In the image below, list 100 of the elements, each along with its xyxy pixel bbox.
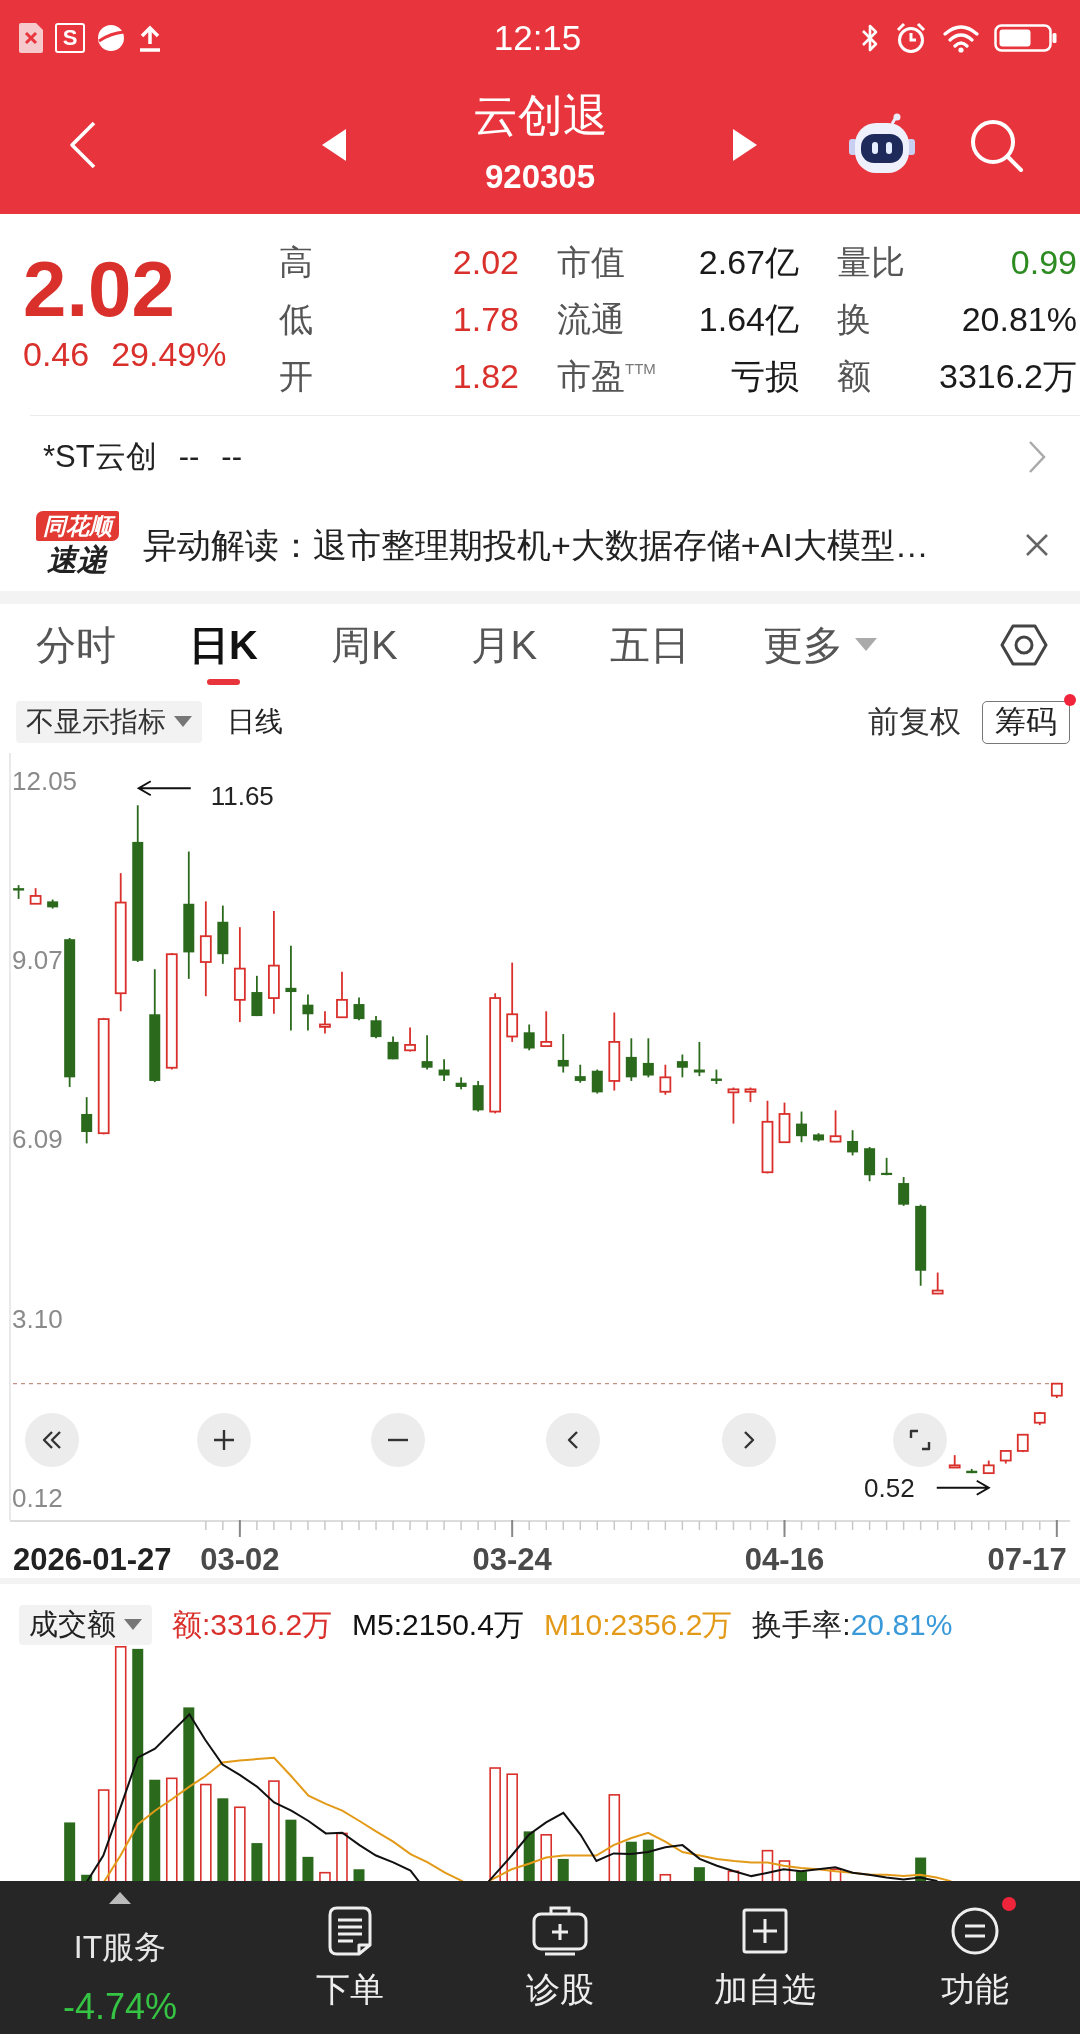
candlestick bbox=[727, 1086, 740, 1125]
stock-name: 云创退 bbox=[472, 90, 608, 142]
tab[interactable]: 五日 bbox=[610, 604, 691, 669]
nav-item[interactable]: 功能 bbox=[870, 1881, 1080, 2034]
volume-metric-dropdown[interactable]: 成交额 bbox=[19, 1605, 152, 1645]
status-time: 12:15 bbox=[493, 17, 582, 58]
date-axis-label: 04-16 bbox=[744, 1541, 825, 1578]
stat-value: 1.64亿 bbox=[698, 298, 799, 339]
volume-bar bbox=[557, 1858, 569, 1881]
end-date-label: 07-17 bbox=[987, 1541, 1067, 1578]
alarm-clock-icon bbox=[894, 20, 928, 55]
news-headline[interactable]: 异动解读：退市整理期投机+大数据存储+AI大模型… bbox=[143, 523, 929, 566]
volume-bar bbox=[642, 1839, 654, 1881]
stat-label: 低 bbox=[279, 298, 313, 339]
more-menu-button[interactable]: 更多 bbox=[763, 604, 878, 669]
candlestick bbox=[847, 1129, 859, 1157]
triangle-right-icon[interactable] bbox=[733, 128, 757, 161]
candlestick bbox=[353, 996, 365, 1022]
stat-label: 量比 bbox=[837, 241, 905, 282]
stat-value: 20.81% bbox=[961, 298, 1077, 339]
candlestick bbox=[540, 1010, 553, 1048]
caret-down-icon bbox=[174, 716, 192, 728]
annotation-arrow bbox=[136, 780, 192, 797]
annotation-label: 11.65 bbox=[210, 783, 274, 810]
candlestick bbox=[404, 1026, 416, 1053]
candlestick bbox=[302, 993, 314, 1032]
candlestick bbox=[829, 1109, 842, 1144]
stat-label: 市值 bbox=[557, 241, 625, 282]
document-icon bbox=[327, 1905, 373, 1957]
price-axis-label: 0.12 bbox=[12, 1483, 63, 1512]
volume-bar bbox=[64, 1822, 76, 1881]
caret-up-icon[interactable] bbox=[109, 1892, 131, 1904]
candlestick bbox=[506, 961, 519, 1043]
stat-value: 1.78 bbox=[452, 298, 519, 339]
candlestick bbox=[591, 1068, 603, 1095]
indicator-dropdown[interactable]: 不显示指标 bbox=[16, 701, 202, 743]
candlestick bbox=[881, 1156, 893, 1177]
linked-stock-price: -- bbox=[178, 438, 200, 476]
zoom-in-button[interactable] bbox=[197, 1413, 251, 1467]
candlestick bbox=[523, 1023, 535, 1052]
battery-icon bbox=[994, 23, 1058, 52]
candlestick bbox=[642, 1037, 654, 1079]
stat-label: 额 bbox=[837, 355, 871, 396]
linked-stock-change: -- bbox=[221, 438, 242, 476]
stat-value: 1.82 bbox=[452, 355, 519, 396]
adjustment-selector[interactable]: 前复权 bbox=[868, 703, 961, 741]
sector-name[interactable]: IT服务 bbox=[73, 1927, 167, 1967]
volume-bar bbox=[302, 1856, 314, 1881]
stat-label: 流通 bbox=[557, 298, 625, 339]
candlestick bbox=[574, 1063, 586, 1084]
stat-label: 换 bbox=[837, 298, 871, 339]
chevron-left-icon bbox=[567, 1430, 579, 1450]
stat-value: 2.02 bbox=[452, 241, 519, 282]
double-chevron-left-icon bbox=[42, 1430, 62, 1450]
price-axis-label: 12.05 bbox=[12, 767, 78, 796]
indicator-reading: 额:3316.2万 bbox=[172, 1607, 333, 1643]
percent-change: 29.49% bbox=[111, 334, 227, 374]
tab[interactable]: 月K bbox=[470, 604, 538, 669]
caret-down-icon bbox=[855, 638, 878, 652]
source-label: 速递 bbox=[47, 541, 107, 578]
turnover-rate: 换手率:20.81% bbox=[752, 1607, 953, 1643]
volume-bar bbox=[523, 1831, 535, 1881]
corner-brackets-icon bbox=[909, 1429, 931, 1451]
tab[interactable]: 周K bbox=[330, 604, 398, 669]
minus-icon bbox=[387, 1438, 409, 1442]
stock-code: 920305 bbox=[484, 158, 596, 196]
price-axis-label: 6.09 bbox=[12, 1125, 63, 1154]
rewind-button[interactable] bbox=[25, 1413, 79, 1467]
candlestick bbox=[421, 1034, 433, 1071]
stat-value: 2.67亿 bbox=[698, 241, 799, 282]
nav-item[interactable]: 下单 bbox=[240, 1881, 460, 2034]
tab[interactable]: 分时 bbox=[36, 604, 116, 669]
close-icon[interactable] bbox=[1024, 531, 1050, 558]
indicator-reading: M10:2356.2万 bbox=[543, 1607, 733, 1643]
stat-value: 0.99 bbox=[1010, 241, 1077, 282]
wifi-icon bbox=[942, 22, 980, 53]
candlestick bbox=[285, 944, 297, 1032]
annotation-label: 0.52 bbox=[864, 1474, 915, 1501]
stat-label: 市盈$^{TTM}$ bbox=[557, 355, 656, 396]
price-change: 0.46 bbox=[23, 334, 90, 374]
linked-stock-name[interactable]: *ST云创 bbox=[43, 438, 157, 476]
nav-item[interactable]: 加自选 bbox=[660, 1881, 870, 2034]
medical-kit-icon bbox=[531, 1905, 589, 1957]
annotation-arrow bbox=[935, 1479, 991, 1496]
volume-bar bbox=[336, 1832, 348, 1881]
triangle-left-icon[interactable] bbox=[322, 128, 346, 161]
stat-label: 高 bbox=[279, 241, 313, 282]
period-selector[interactable]: 日线 bbox=[227, 704, 283, 740]
candlestick bbox=[81, 1096, 93, 1145]
volume-bar bbox=[251, 1843, 263, 1881]
chips-button[interactable]: 筹码 bbox=[982, 700, 1070, 744]
price-axis-label: 3.10 bbox=[12, 1304, 63, 1333]
equals-circle-icon bbox=[950, 1906, 1000, 1956]
tab[interactable]: 日K bbox=[189, 604, 258, 685]
price-axis-label: 9.07 bbox=[12, 946, 63, 975]
candlestick bbox=[931, 1271, 944, 1295]
candlestick bbox=[898, 1176, 910, 1207]
nav-item[interactable]: 诊股 bbox=[460, 1881, 660, 2034]
chevron-right-icon bbox=[743, 1430, 755, 1450]
chevron-right-icon[interactable] bbox=[1027, 439, 1047, 475]
